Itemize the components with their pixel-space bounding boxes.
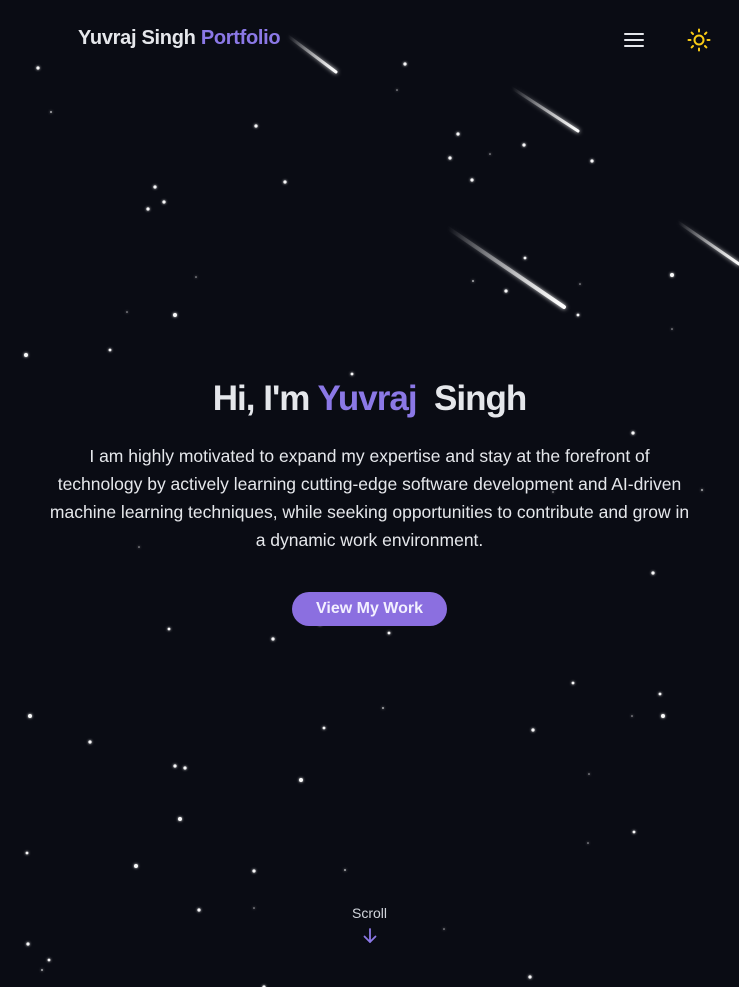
star [588,773,590,775]
star [587,842,589,844]
star [108,348,112,352]
brand-logo[interactable]: Yuvraj Singh Portfolio [78,27,281,50]
star [299,778,303,782]
theme-toggle-button[interactable] [684,25,714,55]
star [670,273,674,277]
star [632,830,636,834]
hero-intro: I am highly motivated to expand my exper… [49,446,690,550]
arrow-down-icon [363,928,376,943]
star [178,817,182,821]
star [661,714,665,718]
star [387,631,391,635]
sun-icon [687,28,711,52]
star [28,714,32,718]
star [254,124,258,128]
star [283,180,287,184]
view-my-work-button[interactable]: View My Work [292,592,447,626]
star [523,256,527,260]
star [173,313,177,317]
brand-name: Yuvraj Singh [78,27,196,49]
star [126,311,128,313]
star [183,766,187,770]
star [658,692,662,696]
hero-greeting: Hi, I'm [212,379,311,418]
star [146,207,150,211]
star [88,740,92,744]
scroll-label: Scroll [351,905,387,921]
star [456,132,460,136]
star [396,89,398,91]
star [173,764,177,768]
shooting-star [676,220,739,266]
shooting-star [446,226,566,309]
star [579,283,581,285]
star [252,869,256,873]
star [382,707,384,709]
hero-section: Hi, I'm Yuvraj Singh I am highly motivat… [0,372,739,626]
star [167,627,171,631]
star [448,156,452,160]
scroll-indicator[interactable]: Scroll [0,905,739,945]
star [271,637,275,641]
hero-last-name: Singh [434,379,527,418]
hamburger-menu-icon [624,33,644,47]
star [528,975,532,979]
star [472,280,474,282]
shooting-star [510,86,580,133]
star [504,289,508,293]
hero-title: Hi, I'm Yuvraj Singh [0,372,739,426]
star [590,159,594,163]
menu-button[interactable] [620,26,648,54]
star [671,328,673,330]
star [25,851,29,855]
brand-accent: Portfolio [200,27,281,49]
star [153,185,157,189]
star [162,200,166,204]
star [134,864,138,868]
hero-first-name: Yuvraj [317,379,417,418]
star [489,153,491,155]
star [531,728,535,732]
star [576,313,580,317]
star [50,111,52,113]
star [322,726,326,730]
star [571,681,575,685]
star [41,969,43,971]
star [470,178,474,182]
star [195,276,197,278]
star [631,715,633,717]
star [47,958,51,962]
star [522,143,526,147]
star [24,353,28,357]
site-header: Yuvraj Singh Portfolio [0,0,739,80]
star [344,869,346,871]
